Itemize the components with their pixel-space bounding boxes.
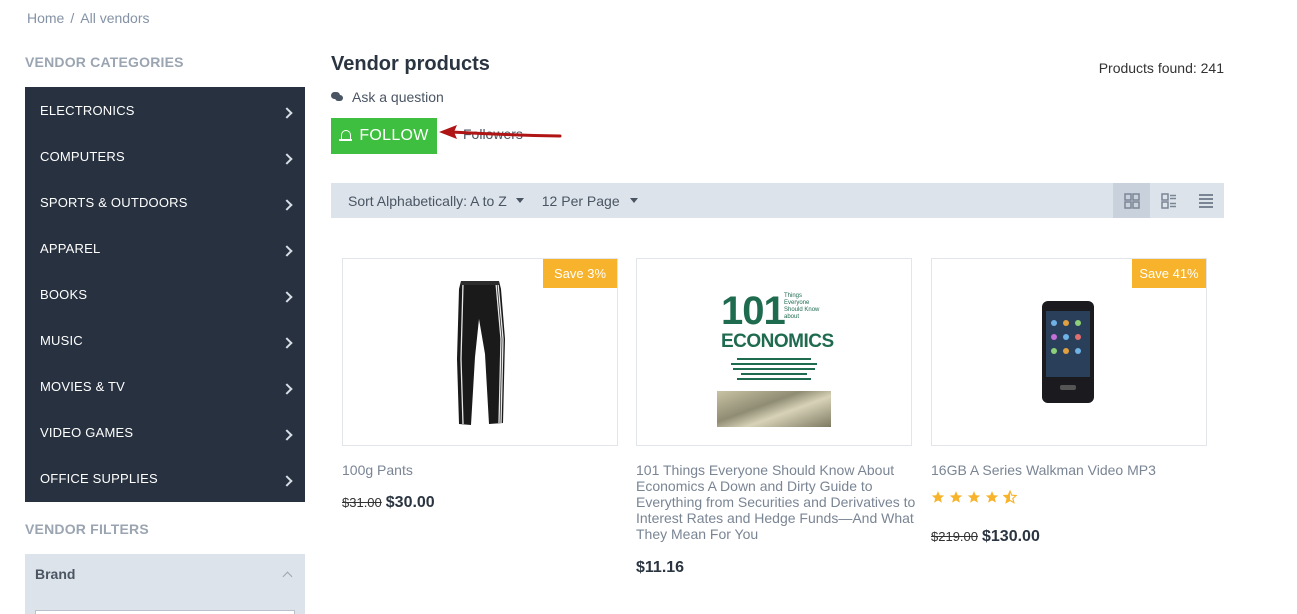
brand-filter-header[interactable]: Brand (25, 554, 305, 594)
category-item-movies-tv[interactable]: MOVIES & TV (25, 363, 305, 409)
follow-button[interactable]: FOLLOW (331, 118, 437, 154)
breadcrumb-home-link[interactable]: Home (27, 10, 64, 26)
discount-badge: Save 41% (1132, 259, 1206, 288)
sort-label: Sort Alphabetically: A to Z (348, 192, 507, 209)
caret-down-icon (515, 198, 524, 203)
page-title: Vendor products (331, 53, 490, 75)
category-label: OFFICE SUPPLIES (40, 470, 158, 486)
track-pants-image (457, 281, 505, 425)
category-item-books[interactable]: BOOKS (25, 271, 305, 317)
brand-filter-label: Brand (35, 566, 76, 582)
chevron-right-icon (281, 429, 293, 441)
category-label: VIDEO GAMES (40, 424, 134, 440)
chat-bubble-icon (331, 92, 343, 102)
annotation-arrow-icon (439, 125, 562, 139)
mp3-player-image (1042, 301, 1094, 403)
book-cover-title: ECONOMICS (721, 331, 834, 352)
chevron-right-icon (281, 475, 293, 487)
category-menu: ELECTRONICS COMPUTERS SPORTS & OUTDOORS … (25, 87, 305, 502)
products-found-count: Products found: 241 (1098, 60, 1224, 76)
list-icon (1198, 193, 1213, 208)
product-price: $11.16 (636, 559, 684, 577)
grid-view-button[interactable] (1113, 183, 1150, 218)
category-item-video-games[interactable]: VIDEO GAMES (25, 409, 305, 455)
category-label: BOOKS (40, 286, 88, 302)
category-label: APPAREL (40, 240, 101, 256)
list-thumbnail-icon (1160, 192, 1176, 209)
product-price: $31.00 $30.00 (342, 494, 435, 512)
chevron-right-icon (281, 153, 293, 165)
chevron-right-icon (281, 337, 293, 349)
star-half-icon (1003, 490, 1017, 504)
product-name[interactable]: 101 Things Everyone Should Know About Ec… (636, 462, 918, 542)
view-mode-switcher (1113, 183, 1224, 218)
star-icon (967, 491, 981, 503)
book-cover-side-text: Things Everyone Should Know about (784, 293, 820, 320)
bell-icon (339, 129, 353, 143)
money-pile-image (717, 391, 831, 427)
per-page-label: 12 Per Page (541, 192, 620, 209)
chevron-up-icon (282, 571, 293, 581)
category-item-apparel[interactable]: APPAREL (25, 225, 305, 271)
brand-search-input[interactable] (35, 610, 295, 614)
category-label: COMPUTERS (40, 148, 125, 164)
rating-stars (931, 490, 1017, 504)
current-price: $11.16 (636, 559, 685, 576)
category-item-electronics[interactable]: ELECTRONICS (25, 87, 305, 133)
old-price: $219.00 (931, 529, 978, 544)
ask-question-link[interactable]: Ask a question (331, 89, 444, 105)
category-label: ELECTRONICS (40, 102, 135, 118)
per-page-dropdown[interactable]: 12 Per Page (542, 193, 638, 209)
book-subtitle-lines (731, 355, 817, 385)
category-item-computers[interactable]: COMPUTERS (25, 133, 305, 179)
category-item-office-supplies[interactable]: OFFICE SUPPLIES (25, 455, 305, 501)
chevron-right-icon (281, 245, 293, 257)
chevron-right-icon (281, 383, 293, 395)
category-item-music[interactable]: MUSIC (25, 317, 305, 363)
breadcrumb-current: All vendors (80, 10, 150, 26)
category-label: MUSIC (40, 332, 83, 348)
chevron-right-icon (281, 291, 293, 303)
economics-book-image: 101 Things Everyone Should Know about EC… (717, 289, 834, 427)
product-card-economics-book[interactable]: 101 Things Everyone Should Know about EC… (636, 258, 912, 446)
list-view-button[interactable] (1150, 183, 1187, 218)
book-cover-number: 101 (721, 289, 786, 333)
product-card-pants[interactable]: Save 3% (342, 258, 618, 446)
follow-button-label: FOLLOW (359, 127, 429, 144)
product-name[interactable]: 100g Pants (342, 462, 618, 478)
caret-down-icon (629, 198, 638, 203)
product-price: $219.00 $130.00 (931, 528, 1040, 546)
current-price: $130.00 (982, 528, 1040, 545)
star-icon (931, 491, 945, 503)
category-label: SPORTS & OUTDOORS (40, 194, 188, 210)
category-label: MOVIES & TV (40, 378, 126, 394)
old-price: $31.00 (342, 495, 382, 510)
compact-view-button[interactable] (1187, 183, 1224, 218)
breadcrumb-separator: / (70, 10, 75, 26)
category-item-sports-outdoors[interactable]: SPORTS & OUTDOORS (25, 179, 305, 225)
sort-dropdown[interactable]: Sort Alphabetically: A to Z (348, 193, 524, 209)
product-toolbar: Sort Alphabetically: A to Z 12 Per Page (331, 183, 1224, 218)
product-card-walkman[interactable]: Save 41% (931, 258, 1207, 446)
brand-filter-panel: Brand (25, 554, 305, 614)
vendor-categories-title: VENDOR CATEGORIES (25, 54, 184, 70)
star-icon (949, 491, 963, 503)
product-name[interactable]: 16GB A Series Walkman Video MP3 (931, 462, 1207, 478)
current-price: $30.00 (385, 494, 435, 511)
chevron-right-icon (281, 199, 293, 211)
grid-icon (1123, 192, 1140, 209)
breadcrumb: Home / All vendors (27, 10, 150, 26)
star-icon (985, 491, 999, 503)
ask-question-label: Ask a question (352, 89, 444, 105)
chevron-right-icon (281, 107, 293, 119)
vendor-filters-title: VENDOR FILTERS (25, 521, 149, 537)
discount-badge: Save 3% (543, 259, 617, 288)
